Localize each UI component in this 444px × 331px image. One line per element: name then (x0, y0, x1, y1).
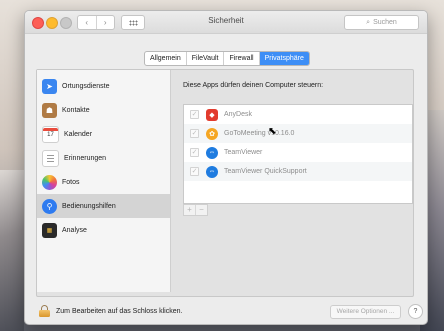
tab-allgemein[interactable]: Allgemein (145, 52, 186, 65)
app-label: AnyDesk (224, 111, 253, 118)
security-preferences-window: ‹ › Sicherheit ⌕ Suchen Allgemein FileVa… (24, 10, 428, 325)
sidebar-item-erinnerungen[interactable]: Erinnerungen (37, 146, 170, 170)
sidebar-item-fotos[interactable]: Fotos (37, 170, 170, 194)
sidebar-item-analyse[interactable]: ▦ Analyse (37, 218, 170, 242)
lock-hint-text: Zum Bearbeiten auf das Schloss klicken. (56, 308, 183, 315)
list-item-teamviewer-quicksupport[interactable]: ✓ ⇔ TeamViewer QuickSupport (184, 162, 412, 181)
remove-app-button[interactable]: − (195, 205, 207, 215)
location-arrow-icon: ➤ (42, 78, 57, 94)
anydesk-icon: ◆ (206, 108, 218, 121)
sidebar-item-ortungsdienste[interactable]: ➤ Ortungsdienste (37, 74, 170, 98)
app-label: TeamViewer QuickSupport (224, 168, 307, 175)
photos-flower-icon (42, 174, 57, 190)
tab-filevault[interactable]: FileVault (185, 52, 224, 65)
lock-icon[interactable] (39, 305, 50, 317)
sidebar-item-label: Erinnerungen (64, 154, 107, 162)
list-item-gotomeeting[interactable]: ✓ ✿ GoToMeeting v10.16.0 ⬉ (184, 124, 412, 143)
sidebar-item-kontakte[interactable]: ☗ Kontakte (37, 98, 170, 122)
sidebar-item-kalender[interactable]: 17 Kalender (37, 122, 170, 146)
teamviewer-quicksupport-icon: ⇔ (206, 165, 218, 178)
calendar-icon: 17 (42, 125, 59, 143)
teamviewer-icon: ⇔ (206, 146, 218, 159)
app-checkbox[interactable]: ✓ (190, 110, 199, 119)
list-item-teamviewer[interactable]: ✓ ⇔ TeamViewer (184, 143, 412, 162)
privacy-panel: ➤ Ortungsdienste ☗ Kontakte 17 Kalender … (36, 69, 414, 297)
help-button[interactable]: ? (408, 304, 423, 319)
search-field[interactable]: ⌕ Suchen (344, 15, 419, 30)
search-icon: ⌕ (366, 18, 371, 26)
sidebar-item-bedienungshilfen[interactable]: ⚲ Bedienungshilfen (37, 194, 170, 218)
app-checkbox[interactable]: ✓ (190, 129, 199, 138)
add-remove-controls: + − (183, 204, 208, 216)
reminders-list-icon (42, 149, 59, 167)
desktop-mountain-left (0, 170, 24, 331)
app-label: GoToMeeting v10.16.0 (224, 130, 295, 137)
privacy-category-sidebar: ➤ Ortungsdienste ☗ Kontakte 17 Kalender … (37, 70, 171, 292)
sidebar-item-label: Kontakte (62, 106, 90, 114)
sidebar-item-label: Ortungsdienste (62, 82, 110, 90)
accessibility-icon: ⚲ (42, 198, 57, 214)
privacy-content: Diese Apps dürfen deinen Computer steuer… (175, 70, 413, 292)
sidebar-item-label: Kalender (64, 130, 93, 138)
list-item-anydesk[interactable]: ✓ ◆ AnyDesk (184, 105, 412, 124)
search-placeholder: Suchen (373, 19, 397, 26)
content-heading: Diese Apps dürfen deinen Computer steuer… (183, 82, 324, 89)
app-label: TeamViewer (224, 149, 263, 156)
tab-privatsphaere[interactable]: Privatsphäre (258, 52, 309, 65)
app-list: ✓ ◆ AnyDesk ✓ ✿ GoToMeeting v10.16.0 ⬉ ✓… (183, 104, 413, 204)
tab-firewall[interactable]: Firewall (223, 52, 258, 65)
sidebar-item-label: Bedienungshilfen (62, 202, 116, 210)
more-options-button[interactable]: Weitere Optionen ... (330, 305, 401, 319)
app-checkbox[interactable]: ✓ (190, 148, 199, 157)
mouse-pointer-icon: ⬉ (268, 126, 277, 137)
contacts-book-icon: ☗ (42, 102, 57, 118)
app-checkbox[interactable]: ✓ (190, 167, 199, 176)
footer-bar: Zum Bearbeiten auf das Schloss klicken. … (25, 300, 427, 324)
add-app-button[interactable]: + (184, 205, 195, 215)
gotomeeting-icon: ✿ (206, 127, 218, 140)
tab-bar: Allgemein FileVault Firewall Privatsphär… (144, 51, 310, 66)
titlebar: ‹ › Sicherheit ⌕ Suchen (25, 11, 427, 34)
analytics-icon: ▦ (42, 222, 57, 238)
sidebar-item-label: Analyse (62, 226, 87, 234)
sidebar-item-label: Fotos (62, 178, 80, 186)
